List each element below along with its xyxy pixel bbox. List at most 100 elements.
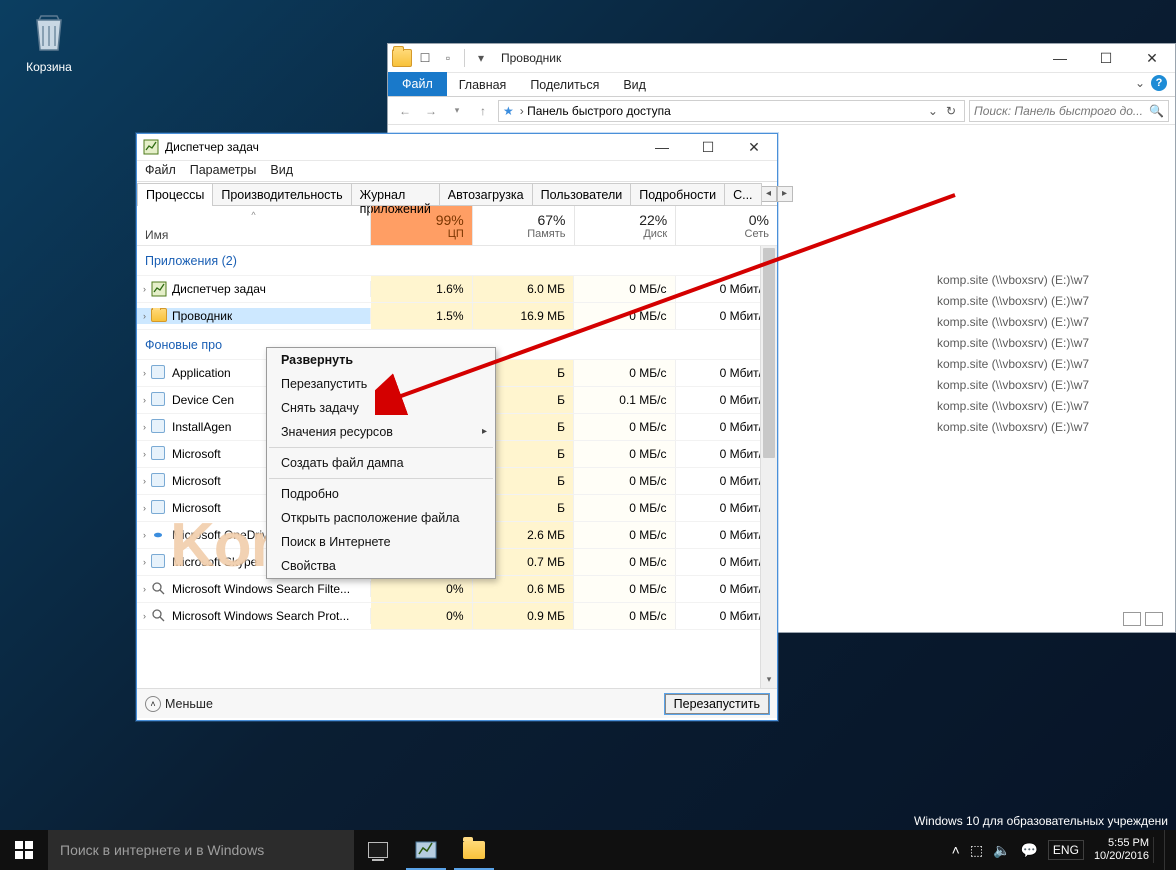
expand-icon[interactable]: › <box>143 611 146 621</box>
ribbon-tab-home[interactable]: Главная <box>447 74 519 96</box>
ribbon-tab-file[interactable]: Файл <box>388 72 447 96</box>
expand-icon[interactable]: › <box>143 503 146 513</box>
column-disk[interactable]: 22%Диск <box>575 206 677 245</box>
refresh-icon[interactable]: ↻ <box>942 104 960 118</box>
expand-icon[interactable]: › <box>143 530 146 540</box>
tab-users[interactable]: Пользователи <box>532 183 632 206</box>
tab-scroll-left-icon[interactable]: ◂ <box>761 186 777 202</box>
close-button[interactable]: ✕ <box>1129 44 1175 73</box>
taskbar-search-input[interactable]: Поиск в интернете и в Windows <box>48 830 354 870</box>
scroll-down-icon[interactable]: ▾ <box>761 671 777 688</box>
explorer-titlebar[interactable]: ☐ ▫ ▾ Проводник — ☐ ✕ <box>388 44 1175 73</box>
qat-dropdown-icon[interactable]: ▾ <box>471 48 491 68</box>
tray-network-icon[interactable]: ⬚ <box>970 842 983 859</box>
context-menu-item[interactable]: Значения ресурсов▸ <box>267 420 495 444</box>
recent-file[interactable]: komp.site (\\vboxsrv) (E:)\w7 <box>937 357 1157 371</box>
recent-file[interactable]: komp.site (\\vboxsrv) (E:)\w7 <box>937 294 1157 308</box>
language-indicator[interactable]: ENG <box>1048 840 1084 860</box>
tab-processes[interactable]: Процессы <box>137 183 213 206</box>
ribbon-collapse-icon[interactable]: ⌄ <box>1135 76 1145 90</box>
table-row[interactable]: ›Microsoft Windows Search Prot...0%0.9 М… <box>137 603 777 630</box>
tab-details[interactable]: Подробности <box>630 183 725 206</box>
context-menu-item[interactable]: Свойства <box>267 554 495 578</box>
recent-file[interactable]: komp.site (\\vboxsrv) (E:)\w7 <box>937 315 1157 329</box>
table-row[interactable]: ›Диспетчер задач1.6%6.0 МБ0 МБ/с0 Мбит/с <box>137 276 777 303</box>
nav-forward-icon[interactable]: → <box>420 100 442 122</box>
tab-performance[interactable]: Производительность <box>212 183 351 206</box>
expand-icon[interactable]: › <box>143 476 146 486</box>
expand-icon[interactable]: › <box>143 395 146 405</box>
tray-volume-icon[interactable]: 🔈 <box>993 842 1010 859</box>
search-input[interactable]: Поиск: Панель быстрого до... 🔍 <box>969 100 1169 122</box>
taskbar-pin-taskmanager[interactable] <box>402 830 450 870</box>
column-network[interactable]: 0%Сеть <box>676 206 777 245</box>
tray-chevron-icon[interactable]: ˄ <box>952 842 960 858</box>
menu-view[interactable]: Вид <box>270 163 293 177</box>
qat-newfolder-icon[interactable]: ▫ <box>438 48 458 68</box>
recent-file[interactable]: komp.site (\\vboxsrv) (E:)\w7 <box>937 399 1157 413</box>
context-menu-item[interactable]: Создать файл дампа <box>267 451 495 475</box>
view-icons-icon[interactable] <box>1145 612 1163 626</box>
column-memory[interactable]: 67%Память <box>473 206 575 245</box>
process-name: Microsoft Windows Search Filte... <box>172 582 350 596</box>
table-row[interactable]: ›Microsoft Windows Search Filte...0%0.6 … <box>137 576 777 603</box>
recent-file[interactable]: komp.site (\\vboxsrv) (E:)\w7 <box>937 420 1157 434</box>
qat-properties-icon[interactable]: ☐ <box>415 48 435 68</box>
minimize-button[interactable]: — <box>1037 44 1083 73</box>
maximize-button[interactable]: ☐ <box>685 133 731 162</box>
expand-icon[interactable]: › <box>143 368 146 378</box>
taskbar-clock[interactable]: 5:55 PM 10/20/2016 <box>1094 837 1154 863</box>
context-menu-item[interactable]: Развернуть <box>267 348 495 372</box>
expand-icon[interactable]: › <box>143 311 146 321</box>
recent-file[interactable]: komp.site (\\vboxsrv) (E:)\w7 <box>937 378 1157 392</box>
address-dropdown-icon[interactable]: ⌄ <box>924 104 942 118</box>
column-name[interactable]: ^ Имя <box>137 206 371 245</box>
process-name: Microsoft <box>172 501 221 515</box>
ribbon-tab-share[interactable]: Поделиться <box>518 74 611 96</box>
taskmanager-titlebar[interactable]: Диспетчер задач — ☐ ✕ <box>137 134 777 161</box>
tab-scroll-right-icon[interactable]: ▸ <box>777 186 793 202</box>
start-button[interactable] <box>0 830 48 870</box>
taskbar-pin-explorer[interactable] <box>450 830 498 870</box>
submenu-arrow-icon: ▸ <box>482 426 487 437</box>
expand-icon[interactable]: › <box>143 584 146 594</box>
process-name: Device Cen <box>172 393 234 407</box>
menu-file[interactable]: Файл <box>145 163 176 177</box>
tray-notifications-icon[interactable]: 💬 <box>1020 842 1037 859</box>
nav-history-icon[interactable]: ▾ <box>446 100 468 122</box>
address-input[interactable]: ★ › Панель быстрого доступа ⌄ ↻ <box>498 100 965 122</box>
expand-icon[interactable]: › <box>143 449 146 459</box>
ribbon-tab-view[interactable]: Вид <box>611 74 658 96</box>
process-icon <box>151 392 167 408</box>
context-menu-item[interactable]: Снять задачу <box>267 396 495 420</box>
recycle-bin[interactable]: Корзина <box>14 8 84 74</box>
scrollbar[interactable]: ▴ ▾ <box>760 246 777 688</box>
expand-icon[interactable]: › <box>143 284 146 294</box>
view-details-icon[interactable] <box>1123 612 1141 626</box>
tab-startup[interactable]: Автозагрузка <box>439 183 533 206</box>
tab-services[interactable]: С... <box>724 183 761 206</box>
expand-icon[interactable]: › <box>143 422 146 432</box>
context-menu-item[interactable]: Открыть расположение файла <box>267 506 495 530</box>
maximize-button[interactable]: ☐ <box>1083 44 1129 73</box>
expand-icon[interactable]: › <box>143 557 146 567</box>
close-button[interactable]: ✕ <box>731 133 777 162</box>
help-icon[interactable]: ? <box>1151 75 1167 91</box>
table-row[interactable]: ›Проводник1.5%16.9 МБ0 МБ/с0 Мбит/с <box>137 303 777 330</box>
show-desktop-button[interactable] <box>1164 830 1170 870</box>
menu-options[interactable]: Параметры <box>190 163 257 177</box>
recent-file[interactable]: komp.site (\\vboxsrv) (E:)\w7 <box>937 273 1157 287</box>
context-menu-item[interactable]: Поиск в Интернете <box>267 530 495 554</box>
context-menu-item[interactable]: Подробно <box>267 482 495 506</box>
nav-up-icon[interactable]: ↑ <box>472 100 494 122</box>
taskview-button[interactable] <box>354 830 402 870</box>
recent-file[interactable]: komp.site (\\vboxsrv) (E:)\w7 <box>937 336 1157 350</box>
minimize-button[interactable]: — <box>639 133 685 162</box>
context-menu-item[interactable]: Перезапустить <box>267 372 495 396</box>
scroll-thumb[interactable] <box>763 248 775 458</box>
restart-button[interactable]: Перезапустить <box>665 694 769 714</box>
tab-apphistory[interactable]: Журнал приложений <box>351 183 440 206</box>
folder-icon <box>463 841 485 859</box>
fewer-details-button[interactable]: ˄ Меньше <box>145 696 213 712</box>
nav-back-icon[interactable]: ← <box>394 100 416 122</box>
